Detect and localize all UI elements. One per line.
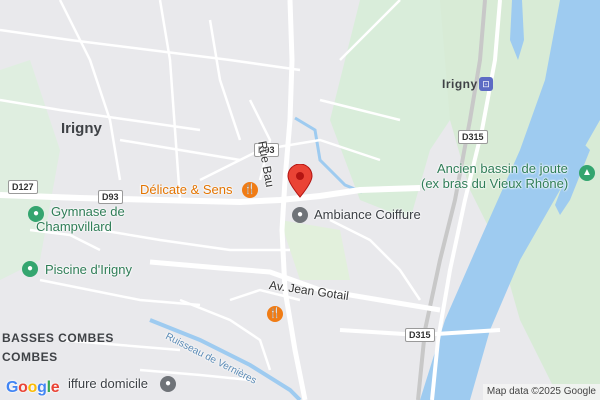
fork-knife-icon[interactable]: 🍴	[242, 182, 258, 198]
marker-pin-icon[interactable]	[286, 164, 314, 198]
park-area	[0, 60, 60, 280]
poi-label-bassin-line1[interactable]: Ancien bassin de joute	[437, 162, 568, 175]
poi-label-coiffure-domicile[interactable]: iffure domicile	[68, 377, 148, 390]
road-shield-d315: D315	[458, 130, 488, 144]
road-shield-d93: D93	[98, 190, 123, 204]
map-attribution[interactable]: Map data ©2025 Google	[482, 384, 600, 400]
poi-label-delicate-sens[interactable]: Délicate & Sens	[140, 183, 233, 196]
place-label-basses-combes: BASSES COMBES	[2, 331, 114, 345]
poi-label-ambiance-coiffure[interactable]: Ambiance Coiffure	[314, 208, 421, 221]
poi-label-gymnase-line1[interactable]: Gymnase de	[51, 205, 125, 218]
poi-label-piscine[interactable]: Piscine d'Irigny	[45, 263, 132, 276]
poi-label-gymnase-line2[interactable]: Champvillard	[36, 220, 112, 233]
place-label-irigny-station: Irigny	[442, 77, 478, 91]
park-area	[280, 220, 350, 280]
location-pin-icon[interactable]: ●	[160, 376, 176, 392]
fork-knife-icon[interactable]: 🍴	[267, 306, 283, 322]
road-shield-d127: D127	[8, 180, 38, 194]
location-pin-icon[interactable]: ●	[22, 261, 38, 277]
poi-label-bassin-line2[interactable]: (ex bras du Vieux Rhône)	[421, 177, 568, 190]
tree-icon[interactable]: ▲	[579, 165, 595, 181]
train-icon[interactable]: ⊡	[479, 77, 493, 91]
google-logo: Google	[6, 379, 60, 396]
place-label-irigny: Irigny	[61, 120, 102, 137]
place-label-combes: COMBES	[2, 350, 58, 364]
road-shield-d315: D315	[405, 328, 435, 342]
map-canvas[interactable]: Irigny Irigny ⊡ BASSES COMBES COMBES D93…	[0, 0, 600, 400]
location-pin-icon[interactable]: ●	[292, 207, 308, 223]
